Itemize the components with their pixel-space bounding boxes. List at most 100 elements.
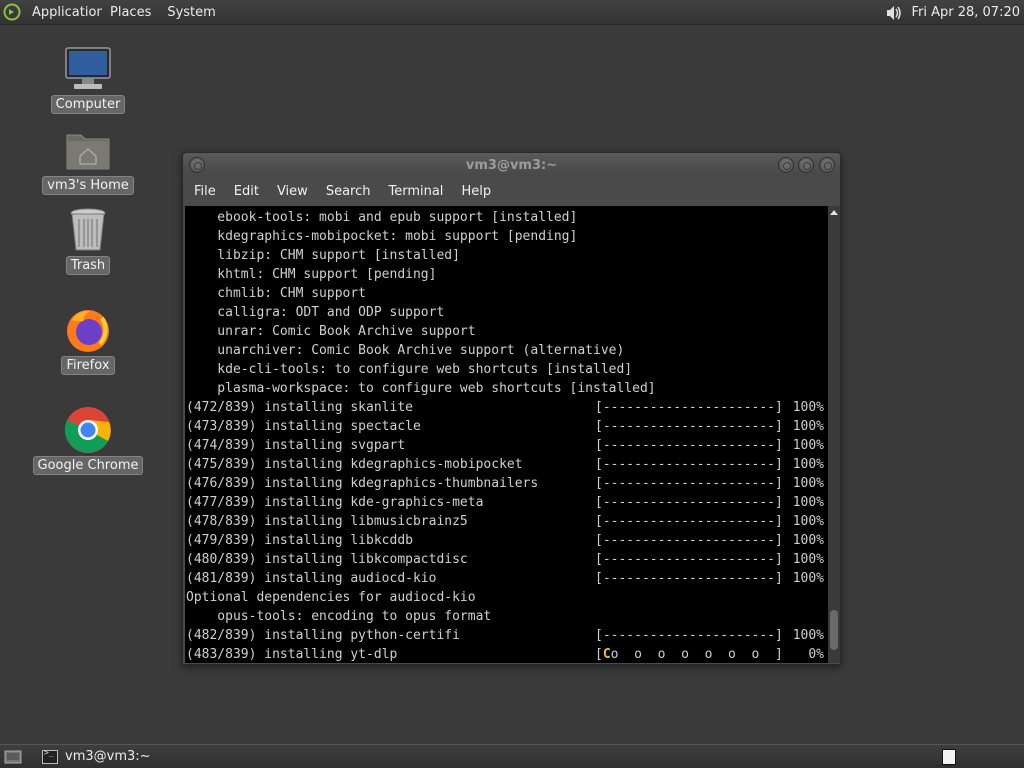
terminal-line: (482/839) installing python-certifi [----… bbox=[186, 626, 828, 645]
terminal-line: unarchiver: Comic Book Archive support (… bbox=[186, 341, 828, 360]
menu-terminal[interactable]: Terminal bbox=[379, 184, 452, 199]
terminal-line: (479/839) installing libkcddb [----------… bbox=[186, 531, 828, 550]
terminal-line-text: (473/839) installing spectacle bbox=[186, 419, 421, 434]
terminal-line: (477/839) installing kde-graphics-meta [-… bbox=[186, 493, 828, 512]
progress-bar-text: [----------------------] bbox=[595, 571, 783, 586]
desktop-icon-home[interactable]: vm3's Home bbox=[38, 126, 138, 195]
terminal-output[interactable]: ebook-tools: mobi and epub support [inst… bbox=[185, 206, 828, 663]
terminal-line: (480/839) installing libkcompactdisc [---… bbox=[186, 550, 828, 569]
progress-bar-text: [----------------------] bbox=[595, 533, 783, 548]
taskbar-window-label: vm3@vm3:~ bbox=[65, 749, 151, 764]
distro-logo-icon[interactable] bbox=[0, 0, 24, 25]
window-title: vm3@vm3:~ bbox=[465, 157, 558, 173]
terminal-line-text: kde-cli-tools: to configure web shortcut… bbox=[186, 362, 633, 377]
terminal-line: chmlib: CHM support bbox=[186, 284, 828, 303]
terminal-window: vm3@vm3:~ File Edit View Search Terminal… bbox=[182, 152, 841, 665]
terminal-line-text: (472/839) installing skanlite bbox=[186, 400, 413, 415]
minimize-icon[interactable] bbox=[778, 157, 794, 173]
terminal-line-text: libzip: CHM support [installed] bbox=[186, 248, 460, 263]
terminal-line: (473/839) installing spectacle [---------… bbox=[186, 417, 828, 436]
terminal-line-text: unarchiver: Comic Book Archive support (… bbox=[186, 343, 625, 358]
progress-bar-text: [----------------------] bbox=[595, 419, 783, 434]
terminal-scrollbar[interactable] bbox=[828, 206, 840, 663]
taskbar-terminal-button[interactable]: vm3@vm3:~ bbox=[36, 746, 157, 768]
home-folder-icon bbox=[64, 126, 112, 174]
clock[interactable]: Fri Apr 28, 07:20 bbox=[907, 5, 1024, 20]
menu-edit[interactable]: Edit bbox=[225, 184, 268, 199]
menu-view[interactable]: View bbox=[268, 184, 317, 199]
terminal-line: Optional dependencies for audiocd-kio bbox=[186, 588, 828, 607]
terminal-line-text: khtml: CHM support [pending] bbox=[186, 267, 437, 282]
desktop-icon-label: Trash bbox=[65, 256, 111, 275]
volume-icon[interactable] bbox=[881, 0, 907, 25]
progress-percent: 100% bbox=[792, 438, 824, 453]
terminal-line-text: (482/839) installing python-certifi bbox=[186, 628, 460, 643]
terminal-line-text: (476/839) installing kdegraphics-thumbna… bbox=[186, 476, 539, 491]
places-menu[interactable]: Places bbox=[102, 0, 159, 25]
terminal-line: (475/839) installing kdegraphics-mobipoc… bbox=[186, 455, 828, 474]
terminal-line: plasma-workspace: to configure web short… bbox=[186, 379, 828, 398]
progress-percent: 0% bbox=[808, 647, 824, 662]
terminal-line: (474/839) installing svgpart [-----------… bbox=[186, 436, 828, 455]
terminal-line-text: unrar: Comic Book Archive support bbox=[186, 324, 476, 339]
progress-bar-text: [----------------------] bbox=[595, 628, 783, 643]
terminal-line-text: opus-tools: encoding to opus format bbox=[186, 609, 492, 624]
progress-percent: 100% bbox=[792, 533, 824, 548]
terminal-line-text: (478/839) installing libmusicbrainz5 bbox=[186, 514, 468, 529]
desktop-icon-label: vm3's Home bbox=[42, 176, 134, 195]
progress-percent: 100% bbox=[792, 571, 824, 586]
terminal-icon bbox=[42, 748, 58, 764]
terminal-line-text: Optional dependencies for audiocd-kio bbox=[186, 590, 476, 605]
terminal-line-text: plasma-workspace: to configure web short… bbox=[186, 381, 656, 396]
bottom-panel: vm3@vm3:~ bbox=[0, 744, 1024, 768]
terminal-line-text: ebook-tools: mobi and epub support [inst… bbox=[186, 210, 578, 225]
terminal-line: khtml: CHM support [pending] bbox=[186, 265, 828, 284]
progress-bar-text: [----------------------] bbox=[595, 514, 783, 529]
terminal-line-text: (483/839) installing yt-dlp bbox=[186, 647, 398, 662]
terminal-line-text: (477/839) installing kde-graphics-meta bbox=[186, 495, 484, 510]
menu-search[interactable]: Search bbox=[317, 184, 380, 199]
progress-bar-text: [----------------------] bbox=[595, 457, 783, 472]
terminal-menubar: File Edit View Search Terminal Help bbox=[183, 177, 840, 205]
desktop-icon-chrome[interactable]: Google Chrome bbox=[32, 406, 144, 475]
terminal-line: unrar: Comic Book Archive support bbox=[186, 322, 828, 341]
computer-icon bbox=[64, 45, 112, 93]
workspace-switcher[interactable] bbox=[942, 749, 956, 765]
progress-percent: 100% bbox=[792, 476, 824, 491]
terminal-line: (472/839) installing skanlite [----------… bbox=[186, 398, 828, 417]
desktop-icon-label: Google Chrome bbox=[32, 456, 144, 475]
progress-bar-text: [----------------------] bbox=[595, 400, 783, 415]
terminal-line: opus-tools: encoding to opus format bbox=[186, 607, 828, 626]
terminal-line-text: calligra: ODT and ODP support bbox=[186, 305, 445, 320]
terminal-line: libzip: CHM support [installed] bbox=[186, 246, 828, 265]
pacman-progress-icon: C bbox=[602, 647, 611, 662]
desktop-icon-label: Firefox bbox=[61, 356, 115, 375]
scroll-up-icon[interactable] bbox=[828, 206, 840, 218]
progress-percent: 100% bbox=[792, 552, 824, 567]
terminal-line-text: (479/839) installing libkcddb bbox=[186, 533, 413, 548]
terminal-line-text: chmlib: CHM support bbox=[186, 286, 367, 301]
trash-icon bbox=[64, 206, 112, 254]
menu-help[interactable]: Help bbox=[452, 184, 500, 199]
desktop-icon-computer[interactable]: Computer bbox=[38, 45, 138, 114]
terminal-line: kde-cli-tools: to configure web shortcut… bbox=[186, 360, 828, 379]
scroll-thumb[interactable] bbox=[830, 610, 838, 650]
close-icon[interactable] bbox=[819, 157, 835, 173]
progress-bar-text: [----------------------] bbox=[595, 438, 783, 453]
applications-menu[interactable]: Applications bbox=[24, 0, 102, 25]
maximize-icon[interactable] bbox=[798, 157, 814, 173]
terminal-line-text: kdegraphics-mobipocket: mobi support [pe… bbox=[186, 229, 578, 244]
window-menu-icon[interactable] bbox=[189, 157, 205, 173]
chrome-icon bbox=[64, 406, 112, 454]
desktop-icon-firefox[interactable]: Firefox bbox=[38, 306, 138, 375]
system-menu[interactable]: System bbox=[159, 0, 223, 25]
desktop-icon-trash[interactable]: Trash bbox=[38, 206, 138, 275]
menu-file[interactable]: File bbox=[185, 184, 225, 199]
terminal-line: (478/839) installing libmusicbrainz5 [---… bbox=[186, 512, 828, 531]
window-titlebar[interactable]: vm3@vm3:~ bbox=[183, 153, 840, 177]
progress-bar-open: [ bbox=[595, 647, 603, 662]
progress-bar-text: [----------------------] bbox=[595, 495, 783, 510]
show-desktop-icon[interactable] bbox=[0, 745, 26, 768]
progress-percent: 100% bbox=[792, 457, 824, 472]
progress-percent: 100% bbox=[792, 514, 824, 529]
